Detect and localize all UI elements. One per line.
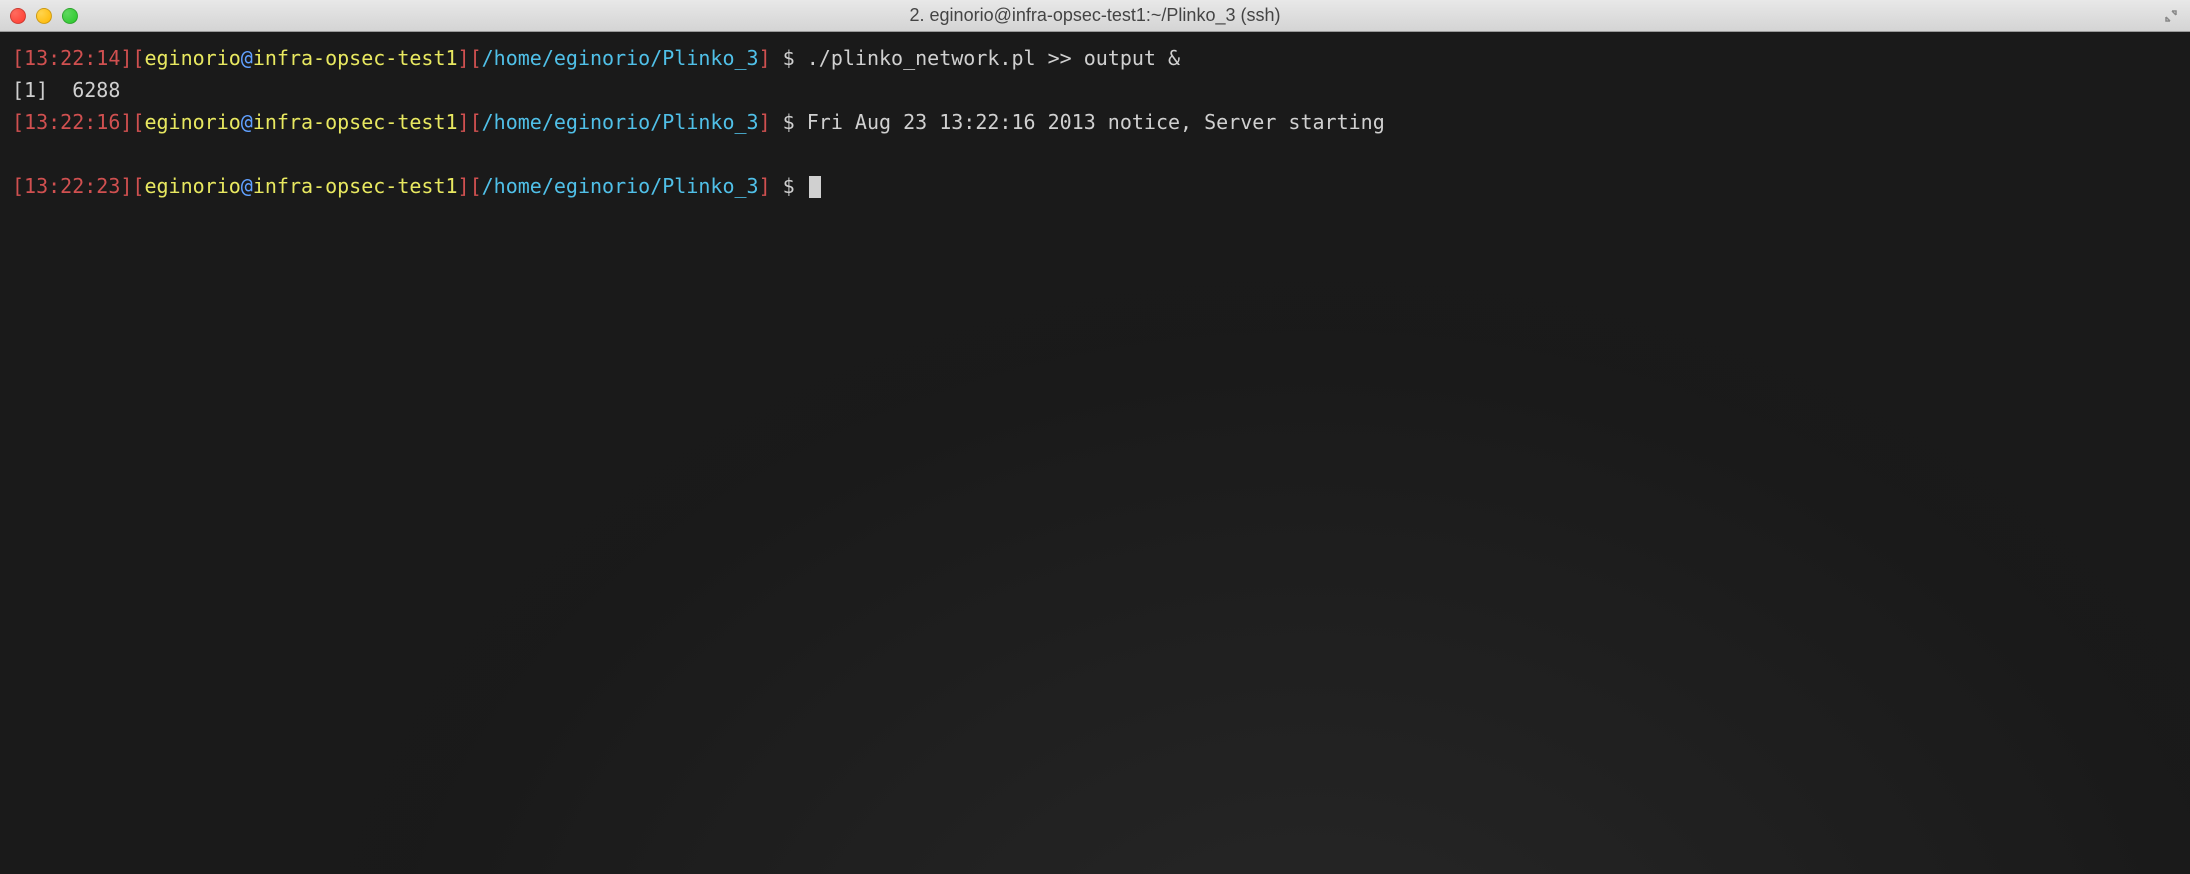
bracket: [ bbox=[470, 46, 482, 70]
bracket: [ bbox=[12, 174, 24, 198]
bracket: ] bbox=[458, 110, 470, 134]
prompt-dollar: $ bbox=[771, 110, 807, 134]
bracket: ] bbox=[120, 110, 132, 134]
bracket: ] bbox=[120, 46, 132, 70]
bracket: ] bbox=[759, 174, 771, 198]
bracket: ] bbox=[458, 46, 470, 70]
minimize-button[interactable] bbox=[36, 8, 52, 24]
bracket: [ bbox=[132, 46, 144, 70]
blank-line bbox=[12, 138, 2178, 170]
path: /home/eginorio/Plinko_3 bbox=[482, 46, 759, 70]
title-bar: 2. eginorio@infra-opsec-test1:~/Plinko_3… bbox=[0, 0, 2190, 32]
prompt-dollar: $ bbox=[771, 174, 807, 198]
prompt-line-1: [13:22:14][eginorio@infra-opsec-test1][/… bbox=[12, 42, 2178, 74]
terminal-window: 2. eginorio@infra-opsec-test1:~/Plinko_3… bbox=[0, 0, 2190, 874]
traffic-lights bbox=[10, 8, 78, 24]
bracket: [ bbox=[12, 110, 24, 134]
path: /home/eginorio/Plinko_3 bbox=[482, 110, 759, 134]
bracket: [ bbox=[12, 46, 24, 70]
zoom-button[interactable] bbox=[62, 8, 78, 24]
prompt-line-2: [13:22:16][eginorio@infra-opsec-test1][/… bbox=[12, 106, 2178, 138]
path: /home/eginorio/Plinko_3 bbox=[482, 174, 759, 198]
bracket: [ bbox=[132, 174, 144, 198]
command-text: ./plinko_network.pl >> output & bbox=[807, 46, 1180, 70]
user: eginorio bbox=[144, 110, 240, 134]
host: infra-opsec-test1 bbox=[253, 110, 458, 134]
output-line-job: [1] 6288 bbox=[12, 74, 2178, 106]
host: infra-opsec-test1 bbox=[253, 46, 458, 70]
server-output: Fri Aug 23 13:22:16 2013 notice, Server … bbox=[807, 110, 1385, 134]
at-sign: @ bbox=[241, 46, 253, 70]
fullscreen-icon[interactable] bbox=[2162, 7, 2180, 25]
terminal-body[interactable]: [13:22:14][eginorio@infra-opsec-test1][/… bbox=[0, 32, 2190, 874]
user: eginorio bbox=[144, 174, 240, 198]
host: infra-opsec-test1 bbox=[253, 174, 458, 198]
job-output: [1] 6288 bbox=[12, 78, 120, 102]
timestamp: 13:22:16 bbox=[24, 110, 120, 134]
window-title: 2. eginorio@infra-opsec-test1:~/Plinko_3… bbox=[910, 5, 1281, 26]
close-button[interactable] bbox=[10, 8, 26, 24]
cursor-icon bbox=[809, 176, 821, 198]
bracket: [ bbox=[132, 110, 144, 134]
bracket: ] bbox=[120, 174, 132, 198]
bracket: ] bbox=[759, 110, 771, 134]
prompt-dollar: $ bbox=[771, 46, 807, 70]
bracket: ] bbox=[458, 174, 470, 198]
user: eginorio bbox=[144, 46, 240, 70]
at-sign: @ bbox=[241, 174, 253, 198]
bracket: [ bbox=[470, 174, 482, 198]
bracket: [ bbox=[470, 110, 482, 134]
timestamp: 13:22:14 bbox=[24, 46, 120, 70]
prompt-line-3: [13:22:23][eginorio@infra-opsec-test1][/… bbox=[12, 170, 2178, 202]
timestamp: 13:22:23 bbox=[24, 174, 120, 198]
at-sign: @ bbox=[241, 110, 253, 134]
bracket: ] bbox=[759, 46, 771, 70]
